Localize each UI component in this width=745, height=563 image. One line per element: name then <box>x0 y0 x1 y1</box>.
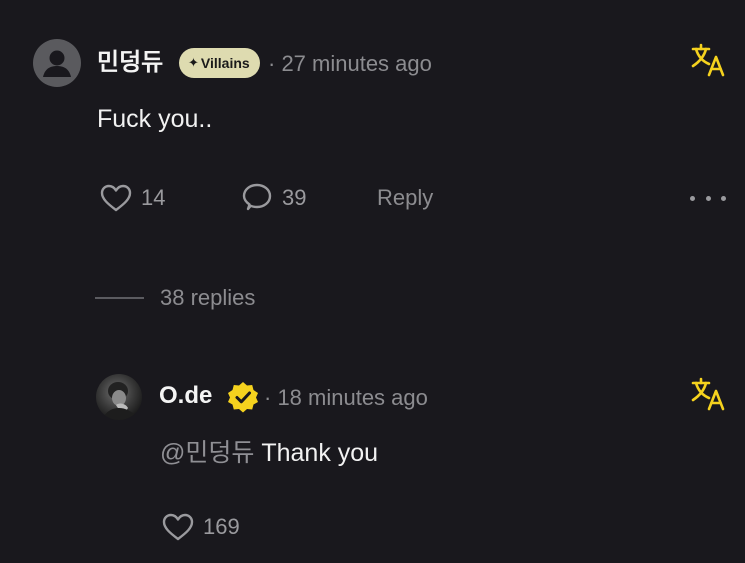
like-count: 14 <box>141 185 166 210</box>
reply-text: Thank you <box>261 439 379 467</box>
avatar[interactable] <box>33 39 81 87</box>
view-replies-toggle[interactable]: 38 replies <box>160 287 255 309</box>
fan-badge[interactable]: ✦ Villains <box>179 48 260 78</box>
reply-timestamp: · 18 minutes ago <box>264 385 428 410</box>
sparkle-icon: ✦ <box>188 55 199 70</box>
heart-icon <box>162 513 194 541</box>
more-horizontal-icon <box>690 195 695 201</box>
reply-body: @민덩듀 Thank you <box>160 441 378 466</box>
comment-username[interactable]: 민덩듀 <box>97 51 163 75</box>
verified-badge-icon <box>228 382 258 413</box>
translate-button[interactable] <box>690 376 726 417</box>
mention-link[interactable]: @민덩듀 <box>160 439 254 467</box>
avatar-photo <box>102 382 138 420</box>
replies-divider <box>95 297 144 299</box>
more-options-button[interactable] <box>690 193 726 203</box>
heart-icon <box>100 184 132 212</box>
reply-count: 39 <box>282 185 307 210</box>
like-count: 169 <box>203 514 240 539</box>
badge-label: Villains <box>200 55 250 71</box>
verified-badge <box>226 380 260 419</box>
comment-body: Fuck you.. <box>97 105 213 133</box>
translate-icon <box>691 377 725 411</box>
reply-avatar[interactable] <box>96 374 142 420</box>
translate-button[interactable] <box>690 42 726 83</box>
comment-bubble-icon <box>242 183 272 211</box>
default-avatar-icon <box>43 50 71 77</box>
like-button[interactable]: 14 <box>99 183 165 213</box>
like-button[interactable]: 169 <box>161 512 240 542</box>
comment-timestamp: · 27 minutes ago <box>268 51 432 76</box>
replies-count-button[interactable]: 39 <box>240 182 306 214</box>
reply-username[interactable]: O.de <box>159 384 212 408</box>
translate-icon <box>691 43 725 77</box>
reply-button[interactable]: Reply <box>377 187 433 209</box>
